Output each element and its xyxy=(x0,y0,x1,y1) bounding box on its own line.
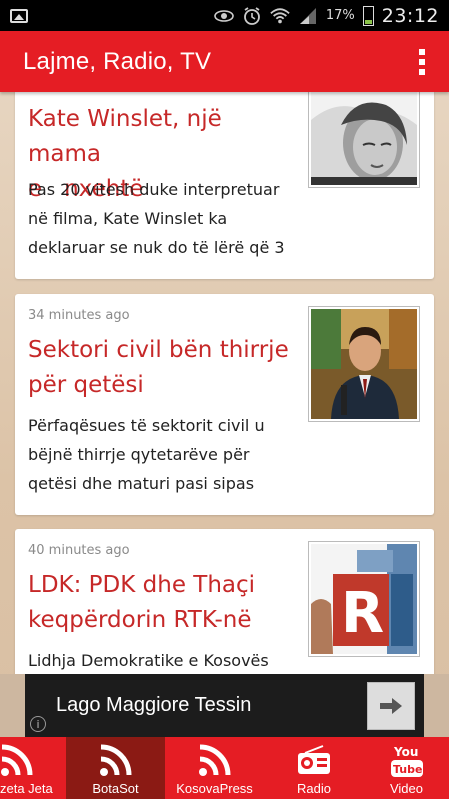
overflow-menu-icon[interactable] xyxy=(415,48,429,75)
svg-text:Tube: Tube xyxy=(393,763,422,776)
tab-label: Video xyxy=(389,781,423,796)
ad-arrow-button[interactable] xyxy=(367,682,415,730)
article-thumbnail[interactable] xyxy=(308,306,420,422)
eye-icon xyxy=(214,8,234,24)
clock: 23:12 xyxy=(381,4,439,27)
rss-icon xyxy=(96,741,136,779)
youtube-icon: You Tube xyxy=(387,741,427,779)
tab-radio[interactable]: Radio xyxy=(264,737,364,799)
article-summary: Pas 20 vitesh duke interpretuar në filma… xyxy=(28,180,285,257)
article-timestamp: 34 minutes ago xyxy=(28,308,130,323)
ad-border-left xyxy=(0,674,25,737)
portrait-image xyxy=(311,92,417,185)
ad-info-icon[interactable]: i xyxy=(30,716,46,732)
speaker-photo xyxy=(311,309,417,419)
article-headline[interactable]: LDK: PDK dhe Thaçi keqpërdorin RTK-në xyxy=(28,568,298,638)
app-title: Lajme, Radio, TV xyxy=(23,47,212,75)
alarm-icon xyxy=(242,6,262,25)
article-summary: Përfaqësues të sektorit civil u bëjnë th… xyxy=(28,416,265,493)
radio-icon xyxy=(294,741,334,779)
tab-video[interactable]: You Tube Video xyxy=(364,737,449,799)
tab-label: KosovaPress xyxy=(176,781,253,796)
article-headline[interactable]: Sektori civil bën thirrje për qetësi xyxy=(28,333,298,403)
app-bar: Lajme, Radio, TV xyxy=(0,31,449,92)
wifi-icon xyxy=(270,7,290,24)
tab-botasot[interactable]: BotaSot xyxy=(66,737,165,799)
arrow-right-icon xyxy=(380,698,402,714)
article-timestamp: 40 minutes ago xyxy=(28,543,130,558)
rtk-logo-photo: R xyxy=(311,544,417,654)
tab-label: zeta Jeta xyxy=(0,781,53,796)
svg-text:You: You xyxy=(393,745,418,759)
battery-icon xyxy=(362,5,374,26)
news-feed[interactable]: Kate Winslet, një mama e nxehtë Pas 20 v… xyxy=(0,92,449,674)
tab-kosovapress[interactable]: KosovaPress xyxy=(165,737,264,799)
tab-label: Radio xyxy=(297,781,331,796)
article-summary: Lidhja Demokratike e Kosovës xyxy=(28,651,269,670)
battery-percent: 17% xyxy=(325,8,355,23)
article-thumbnail[interactable] xyxy=(308,92,420,188)
article-card[interactable]: 34 minutes ago Sektori civil bën thirrje… xyxy=(15,294,434,515)
bottom-tab-bar: zeta Jeta BotaSot KosovaPress Radio You T… xyxy=(0,737,449,799)
rss-icon xyxy=(195,741,235,779)
article-thumbnail[interactable]: R xyxy=(308,541,420,657)
tab-label: BotaSot xyxy=(92,781,139,796)
rss-icon xyxy=(0,741,40,779)
ad-text[interactable]: Lago Maggiore Tessin xyxy=(56,694,251,717)
svg-text:R: R xyxy=(341,581,384,646)
ad-banner[interactable]: Lago Maggiore Tessin i xyxy=(0,674,449,737)
signal-icon xyxy=(298,7,318,24)
gallery-notification-icon xyxy=(10,8,28,23)
article-card[interactable]: Kate Winslet, një mama e nxehtë Pas 20 v… xyxy=(15,92,434,279)
article-card[interactable]: 40 minutes ago LDK: PDK dhe Thaçi keqpër… xyxy=(15,529,434,674)
status-bar: 17% 23:12 xyxy=(0,0,449,31)
ad-border-right xyxy=(424,674,449,737)
tab-zeta-jeta[interactable]: zeta Jeta xyxy=(0,737,66,799)
